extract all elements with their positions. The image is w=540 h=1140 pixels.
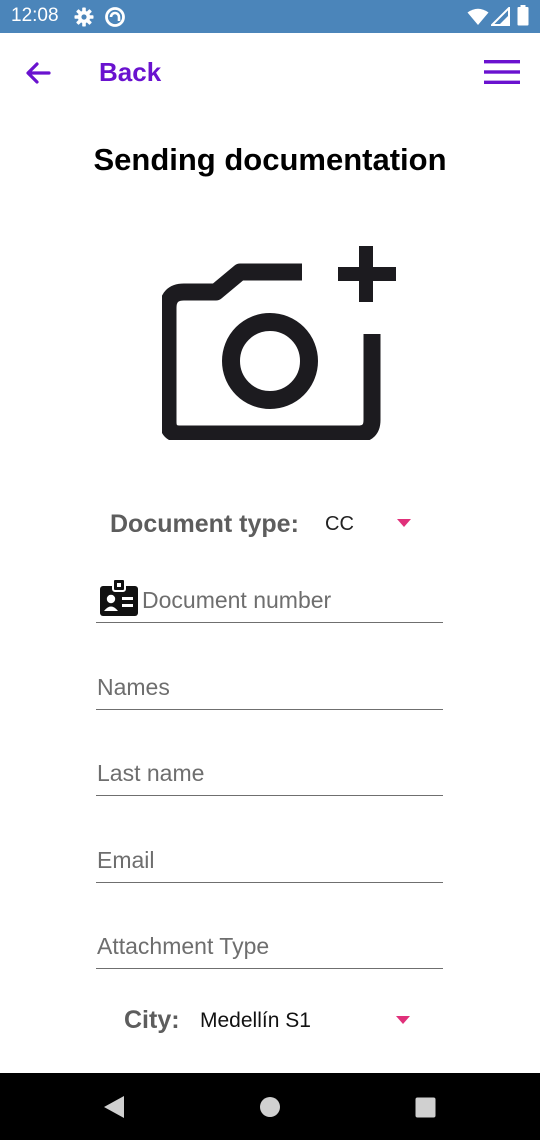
city-label: City: bbox=[124, 1006, 180, 1034]
menu-icon[interactable] bbox=[484, 59, 520, 85]
last-name-field bbox=[96, 750, 443, 796]
sync-icon bbox=[105, 7, 125, 27]
names-input[interactable] bbox=[96, 674, 443, 701]
chevron-down-icon bbox=[397, 519, 411, 527]
names-field bbox=[96, 664, 443, 710]
last-name-input[interactable] bbox=[96, 760, 443, 787]
id-badge-icon bbox=[100, 578, 138, 616]
document-type-label: Document type: bbox=[110, 510, 299, 538]
email-input[interactable] bbox=[96, 847, 443, 874]
document-number-input[interactable] bbox=[141, 587, 441, 614]
nav-recents-icon[interactable] bbox=[415, 1097, 436, 1118]
back-button[interactable]: Back bbox=[99, 57, 161, 88]
wifi-icon bbox=[467, 8, 489, 25]
nav-back-icon[interactable] bbox=[103, 1095, 125, 1119]
status-bar: 12:08 bbox=[0, 0, 540, 33]
document-type-value: CC bbox=[325, 513, 354, 535]
navigation-bar bbox=[0, 1073, 540, 1140]
page-title: Sending documentation bbox=[93, 142, 447, 177]
document-number-field bbox=[96, 577, 443, 623]
nav-home-icon[interactable] bbox=[259, 1096, 281, 1118]
back-arrow-icon[interactable] bbox=[22, 57, 54, 89]
status-time: 12:08 bbox=[11, 5, 59, 26]
attachment-type-input[interactable] bbox=[96, 933, 443, 960]
gear-icon bbox=[74, 7, 94, 27]
signal-icon bbox=[491, 7, 510, 26]
add-photo-icon[interactable] bbox=[162, 244, 402, 440]
email-field bbox=[96, 837, 443, 883]
city-value: Medellín S1 bbox=[200, 1009, 311, 1032]
battery-icon bbox=[517, 5, 529, 26]
app-bar: Back bbox=[0, 33, 540, 113]
chevron-down-icon bbox=[396, 1016, 410, 1024]
attachment-type-field bbox=[96, 923, 443, 969]
